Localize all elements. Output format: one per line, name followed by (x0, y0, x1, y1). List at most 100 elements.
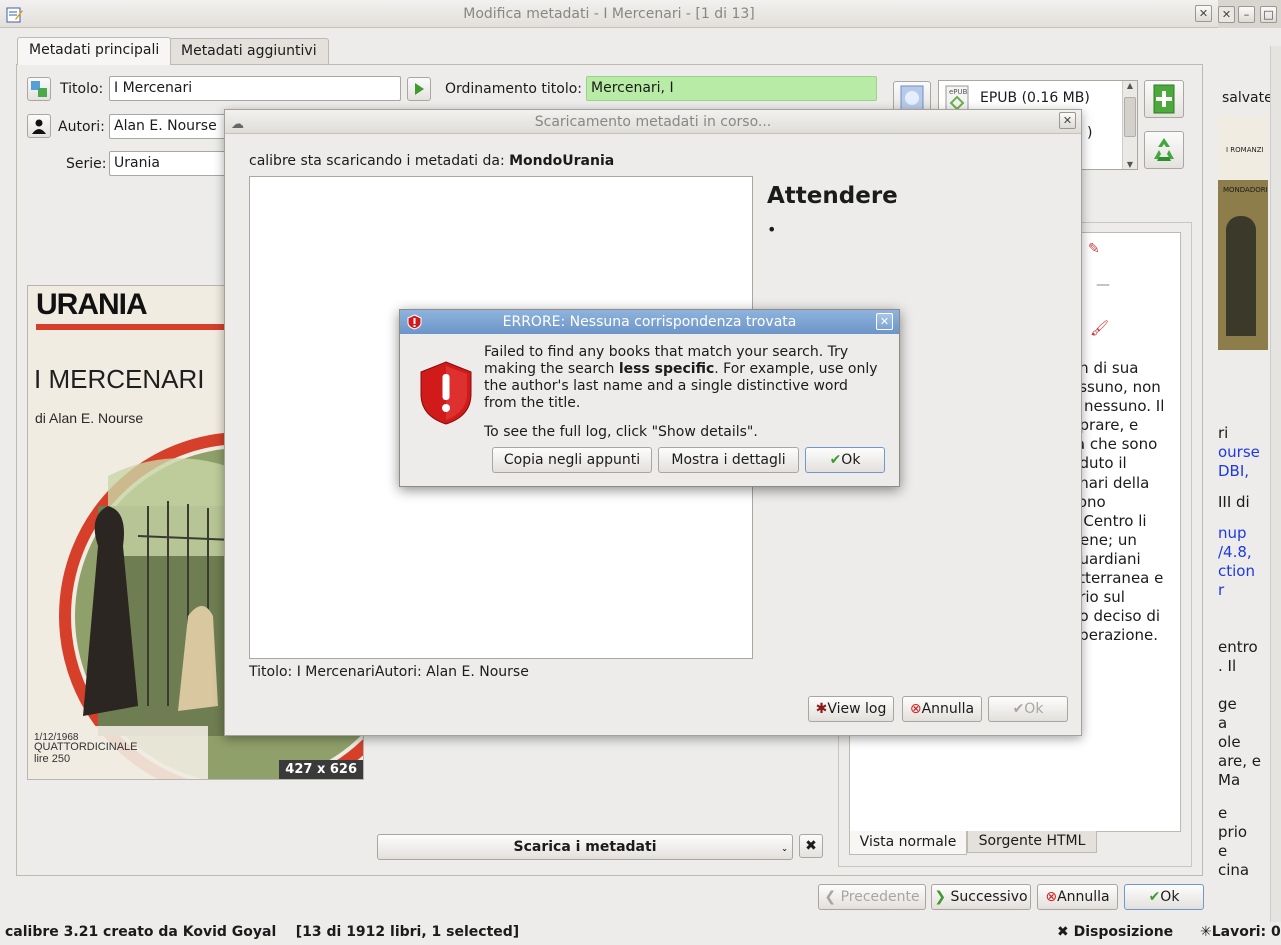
detail-link[interactable]: ction (1218, 562, 1261, 581)
detail-line: Ma (1218, 771, 1241, 789)
download-cancel-label: Annulla (921, 701, 975, 717)
download-metadata-button[interactable]: Scarica i metadati ⌄ (377, 834, 793, 860)
previous-button[interactable]: ❮ Precedente (818, 884, 926, 910)
jobs-indicator[interactable]: ✳Lavori: 0 (1200, 923, 1281, 942)
svg-text:ePUB: ePUB (949, 88, 968, 96)
background-cover-thumbnail: I ROMANZI MONDADORI (1218, 116, 1268, 350)
title-sort-field[interactable]: Mercenari, I (586, 76, 877, 101)
window-titlebar: Modifica metadati - I Mercenari - [1 di … (0, 0, 1218, 28)
spinner-icon: ✳ (1200, 924, 1212, 940)
comments-text: on di sua essuno, non a nessuno. Il npra… (1070, 359, 1164, 645)
detail-line: e (1218, 842, 1228, 860)
chevron-right-icon: ❯ (934, 889, 947, 905)
tab-label: Metadati aggiuntivi (181, 43, 317, 59)
close-window-button[interactable]: ✕ (1195, 5, 1212, 22)
authors-field[interactable]: Alan E. Nourse (109, 114, 229, 139)
comments-line: a nessuno. Il (1070, 397, 1165, 416)
manage-authors-button[interactable] (27, 114, 51, 138)
detail-line: ge (1218, 695, 1237, 713)
tools-icon: ✖ (1057, 924, 1069, 940)
maximize-button[interactable]: □ (1260, 6, 1277, 23)
tab-label: Vista normale (859, 834, 957, 850)
tab-additional-metadata[interactable]: Metadati aggiuntivi (169, 38, 329, 64)
detail-link[interactable]: nup (1218, 524, 1261, 543)
detail-link[interactable]: ourse (1218, 443, 1261, 462)
format-item-partial[interactable]: ) (1087, 125, 1092, 141)
cloud-download-icon: ☁ (231, 117, 244, 132)
comments-line: essuno, non (1070, 378, 1161, 397)
formats-scrollbar[interactable]: ▲ ▼ (1122, 81, 1137, 169)
error-ok-label: Ok (841, 452, 861, 468)
swap-title-author-button[interactable] (27, 77, 51, 101)
comments-line: enari della (1070, 473, 1150, 492)
cancel-icon: ⊗ (1045, 889, 1058, 905)
cancel-icon: ⊗ (909, 701, 922, 717)
tab-normal-view[interactable]: Vista normale (849, 831, 967, 855)
previous-label: Precedente (840, 889, 920, 905)
editor-toolbar-line-icon[interactable]: — (1096, 277, 1110, 293)
cancel-button[interactable]: ⊗Annulla (1037, 884, 1118, 910)
tab-label: Metadati principali (29, 42, 160, 58)
detail-line: III di (1218, 493, 1250, 511)
close-error-dialog-button[interactable]: ✕ (876, 313, 893, 330)
outer-close-icon[interactable]: ✕ (1218, 6, 1235, 23)
view-log-button[interactable]: ✱View log (808, 696, 894, 722)
background-window-strip: salvate I ROMANZI MONDADORI ri ourse DBI… (1218, 28, 1281, 922)
detail-line: entro (1218, 638, 1258, 656)
detail-link[interactable]: /4.8, (1218, 543, 1261, 562)
dropdown-arrow-icon: ⌄ (781, 844, 788, 853)
comments-line: nduto il (1070, 454, 1127, 473)
next-button[interactable]: ❯ Successivo (931, 884, 1031, 910)
cover-size-badge: 427 x 626 (279, 760, 363, 779)
window-title: Modifica metadati - I Mercenari - [1 di … (463, 6, 755, 22)
detail-link[interactable]: r (1218, 581, 1261, 600)
comments-line: guardiani (1070, 549, 1141, 568)
download-source-prefix: calibre sta scaricando i metadati da: (249, 153, 510, 169)
download-cancel-button[interactable]: ⊗Annulla (902, 696, 982, 722)
minimize-button[interactable]: – (1238, 6, 1255, 23)
editor-toolbar-brush-icon[interactable]: 🖌 (1090, 319, 1109, 337)
bug-icon: ✱ (815, 701, 828, 717)
comments-line: Il Centro li (1070, 511, 1147, 530)
download-source-name: MondoUrania (509, 153, 615, 169)
configure-download-button[interactable]: ✖ (799, 834, 823, 858)
error-details-hint: To see the full log, click "Show details… (484, 424, 758, 440)
add-format-button[interactable] (1144, 80, 1184, 118)
download-dialog-titlebar: ☁ Scaricamento metadati in corso... ✕ (225, 110, 1081, 134)
detail-line: cina (1218, 861, 1250, 879)
background-scrollbar[interactable] (1270, 46, 1281, 922)
error-message: Failed to find any books that match your… (484, 344, 884, 412)
download-ok-button[interactable]: ✔Ok (988, 696, 1068, 722)
remove-format-button[interactable] (1144, 131, 1184, 169)
tab-html-source[interactable]: Sorgente HTML (967, 831, 1097, 853)
detail-link[interactable]: DBI, (1218, 462, 1261, 481)
check-icon: ✔ (829, 452, 842, 468)
series-field[interactable]: Urania (109, 151, 229, 176)
comments-line: on di sua (1070, 359, 1139, 377)
comments-line: sono (1070, 492, 1106, 511)
editor-toolbar-paint-icon[interactable]: ✎ (1088, 241, 1100, 257)
format-item-epub[interactable]: EPUB (0.16 MB) (980, 90, 1090, 106)
wait-heading: Attendere (767, 183, 898, 209)
detail-line: ole (1218, 733, 1241, 751)
show-details-button[interactable]: Mostra i dettagli (658, 447, 799, 473)
chevron-left-icon: ❮ (824, 889, 837, 905)
comments-line: operazione. (1070, 626, 1159, 645)
copy-to-clipboard-button[interactable]: Copia negli appunti (492, 447, 652, 473)
title-field[interactable]: I Mercenari (109, 76, 401, 101)
tab-label: Sorgente HTML (978, 833, 1086, 849)
error-ok-button[interactable]: ✔Ok (805, 447, 885, 473)
detail-line: e (1218, 804, 1228, 822)
detail-line: . Il (1218, 657, 1237, 675)
status-left-text: calibre 3.21 creato da Kovid Goyal [13 d… (5, 924, 520, 940)
wait-bullet: • (767, 220, 777, 239)
next-label: Successivo (950, 889, 1028, 905)
download-ok-label: Ok (1024, 701, 1044, 717)
tab-main-metadata[interactable]: Metadati principali (17, 37, 172, 65)
ok-button[interactable]: ✔Ok (1124, 884, 1204, 910)
copy-title-to-sort-button[interactable] (407, 77, 431, 101)
layout-label: Disposizione (1073, 924, 1174, 940)
close-download-dialog-button[interactable]: ✕ (1059, 112, 1076, 129)
layout-button[interactable]: ✖ Disposizione (1057, 923, 1173, 942)
comments-line: otterranea e (1070, 569, 1164, 588)
